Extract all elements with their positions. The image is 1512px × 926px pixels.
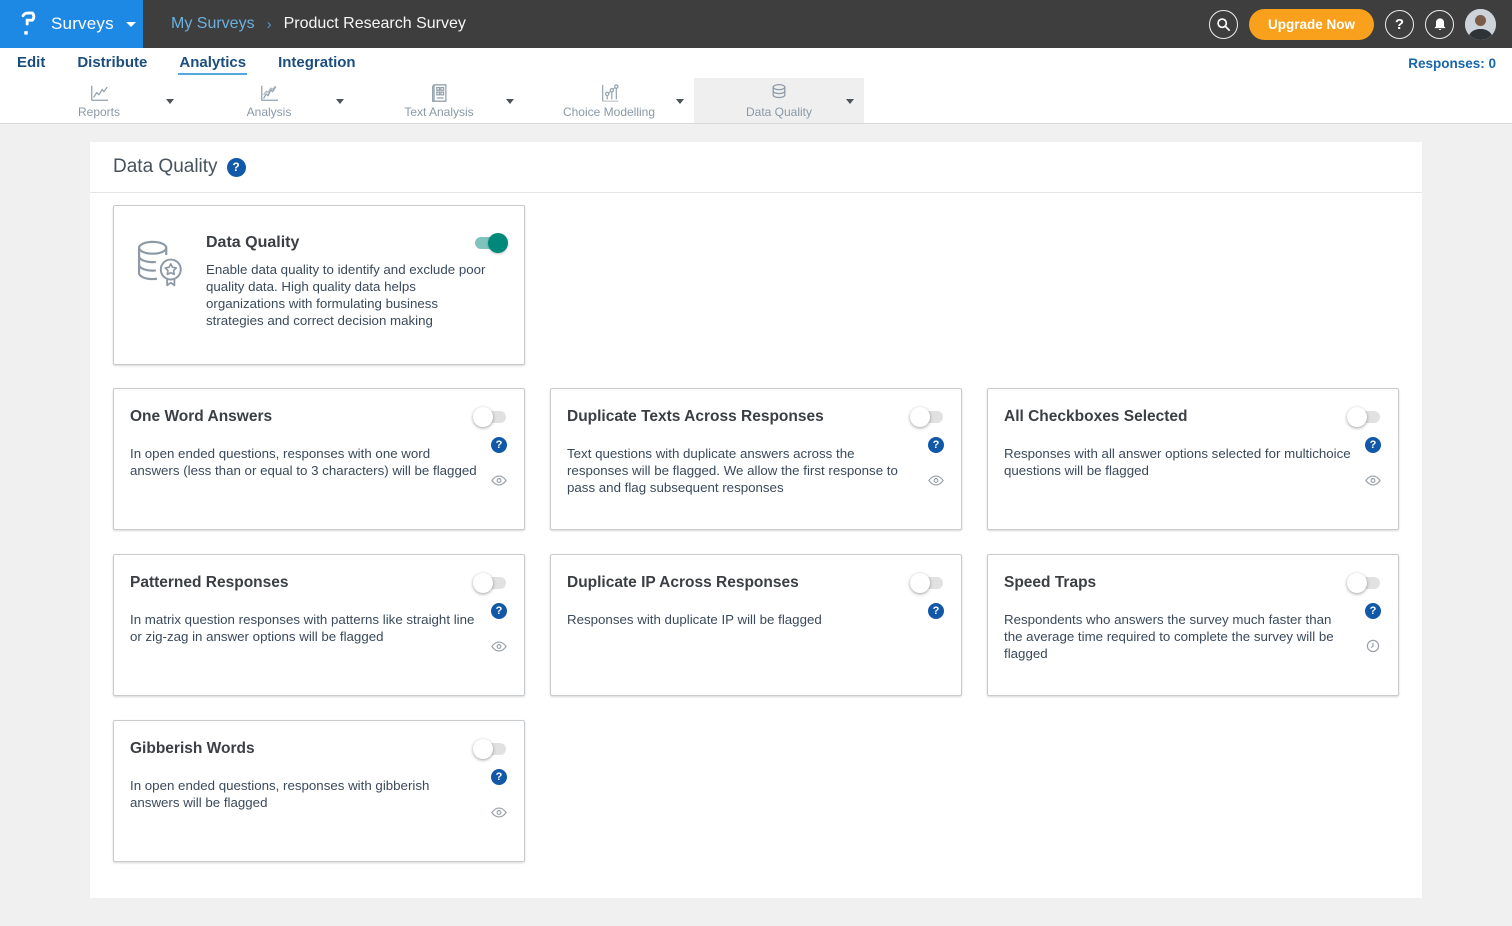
database-medal-icon [130,234,206,364]
help-icon[interactable]: ? [491,603,507,619]
notifications-button[interactable] [1425,10,1454,39]
tab-choice-modelling-caret[interactable] [676,99,684,104]
tab-data-quality[interactable]: Data Quality [694,78,864,123]
card-title: Data Quality [206,234,299,252]
card-gibberish-words: Gibberish Words In open ended questions,… [113,720,525,862]
database-icon [769,83,789,103]
help-icon[interactable]: ? [1365,437,1381,453]
bell-icon [1433,17,1447,32]
card-description: Text questions with duplicate answers ac… [567,445,915,496]
one-word-answers-toggle[interactable] [475,411,506,423]
search-button[interactable] [1209,10,1238,39]
duplicate-ip-toggle[interactable] [912,577,943,589]
page-body: Data Quality ? [0,124,1512,898]
search-icon [1216,17,1231,32]
tab-choice-modelling[interactable]: Choice Modelling [524,78,694,123]
avatar[interactable] [1465,9,1496,40]
breadcrumb-current-survey: Product Research Survey [284,15,466,33]
help-icon[interactable]: ? [491,437,507,453]
card-description: In open ended questions, responses with … [130,445,478,488]
line-chart-icon [88,83,110,103]
tab-text-analysis[interactable]: Text Analysis [354,78,524,123]
page-help-icon[interactable]: ? [227,158,246,177]
tab-analysis-caret[interactable] [336,99,344,104]
question-mark-icon: ? [1395,16,1404,33]
duplicate-texts-toggle[interactable] [912,411,943,423]
survey-section-nav: Edit Distribute Analytics Integration Re… [0,48,1512,78]
app-menu-button[interactable]: Surveys [0,0,143,48]
eye-icon[interactable] [491,638,507,654]
card-description: Responses with all answer options select… [1004,445,1352,488]
panel-header: Data Quality ? [90,142,1422,193]
responses-count: Responses: 0 [1408,56,1496,71]
upgrade-now-button[interactable]: Upgrade Now [1249,9,1374,40]
page-title: Data Quality [113,156,218,178]
clock-icon[interactable] [1366,638,1380,654]
tab-reports[interactable]: Reports [14,78,184,123]
card-duplicate-ip: Duplicate IP Across Responses Responses … [550,554,962,696]
help-icon[interactable]: ? [491,769,507,785]
help-icon[interactable]: ? [1365,603,1381,619]
card-description: Respondents who answers the survey much … [1004,611,1352,662]
analytics-toolbar: Reports Analysis Text Analysis [0,78,1512,124]
quality-rules-grid: One Word Answers In open ended questions… [113,388,1399,862]
eye-icon[interactable] [491,804,507,820]
chevron-down-icon [126,22,136,27]
card-description: In open ended questions, responses with … [130,777,478,820]
help-icon[interactable]: ? [928,603,944,619]
card-all-checkboxes: All Checkboxes Selected Responses with a… [987,388,1399,530]
multi-line-chart-icon [258,83,280,103]
card-one-word-answers: One Word Answers In open ended questions… [113,388,525,530]
data-quality-master-card: Data Quality Enable data quality to iden… [113,205,525,365]
tab-reports-caret[interactable] [166,99,174,104]
card-duplicate-texts: Duplicate Texts Across Responses Text qu… [550,388,962,530]
data-quality-panel: Data Quality ? [90,142,1422,898]
nav-item-analytics[interactable]: Analytics [178,52,247,75]
eye-icon[interactable] [1365,472,1381,488]
tab-analysis[interactable]: Analysis [184,78,354,123]
brand-product-label: Surveys [51,14,114,34]
breadcrumb: My Surveys › Product Research Survey [171,15,466,33]
questionpro-logo-icon [20,11,41,37]
help-button[interactable]: ? [1385,10,1414,39]
nav-item-distribute[interactable]: Distribute [76,52,148,75]
patterned-responses-toggle[interactable] [475,577,506,589]
breadcrumb-separator-icon: › [267,16,272,33]
nav-item-edit[interactable]: Edit [16,52,46,75]
tab-data-quality-caret[interactable] [846,99,854,104]
data-quality-toggle[interactable] [475,237,506,249]
card-description: In matrix question responses with patter… [130,611,478,654]
help-icon[interactable]: ? [928,437,944,453]
topbar: Surveys My Surveys › Product Research Su… [0,0,1512,48]
tab-text-analysis-caret[interactable] [506,99,514,104]
feature-content: Data Quality Enable data quality to iden… [206,234,508,364]
scatter-chart-icon [599,83,620,103]
card-description: Responses with duplicate IP will be flag… [567,611,915,628]
speed-traps-toggle[interactable] [1349,577,1380,589]
card-speed-traps: Speed Traps Respondents who answers the … [987,554,1399,696]
eye-icon[interactable] [491,472,507,488]
nav-item-integration[interactable]: Integration [277,52,357,75]
card-patterned-responses: Patterned Responses In matrix question r… [113,554,525,696]
eye-icon[interactable] [928,472,944,488]
all-checkboxes-toggle[interactable] [1349,411,1380,423]
gibberish-words-toggle[interactable] [475,743,506,755]
panel-content: Data Quality Enable data quality to iden… [90,193,1422,862]
breadcrumb-my-surveys[interactable]: My Surveys [171,15,255,33]
document-grid-icon [430,83,449,103]
card-description: Enable data quality to identify and excl… [206,261,488,329]
topbar-actions: Upgrade Now ? [1209,9,1512,40]
